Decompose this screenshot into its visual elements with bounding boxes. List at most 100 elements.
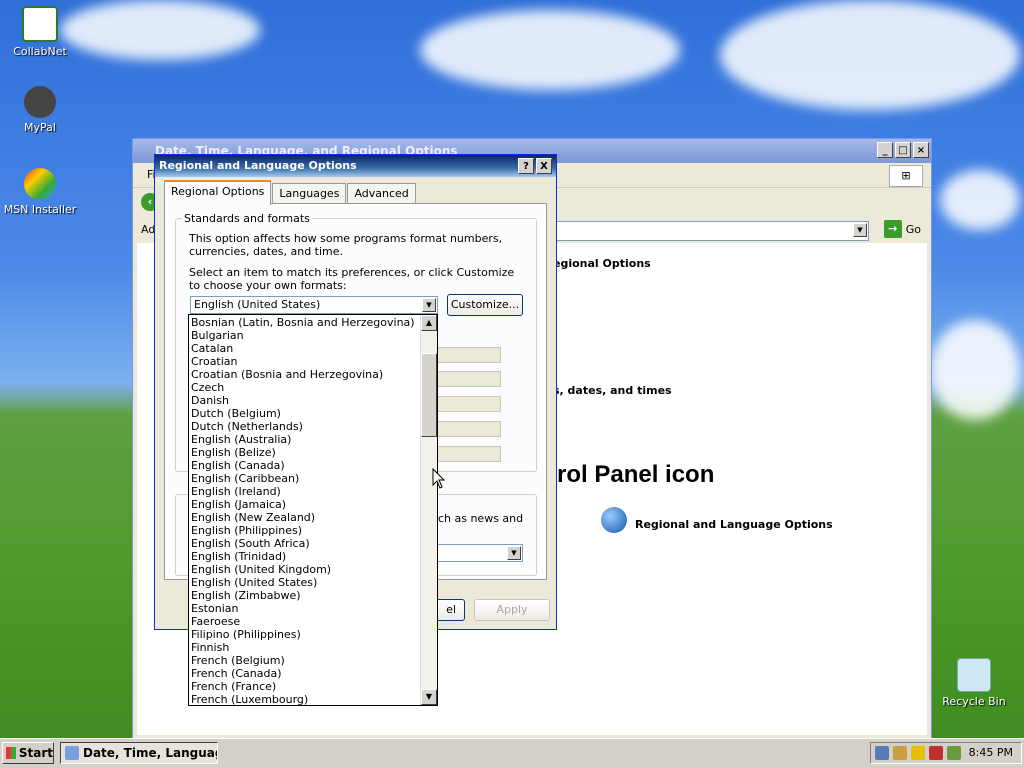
address-input[interactable] xyxy=(553,221,869,241)
cloud xyxy=(720,0,1020,110)
format-option[interactable]: French (Luxembourg) xyxy=(191,693,419,705)
format-option[interactable]: English (South Africa) xyxy=(191,537,419,550)
format-option[interactable]: Estonian xyxy=(191,602,419,615)
control-panel-icon-label[interactable]: Regional and Language Options xyxy=(635,518,833,531)
minimize-button[interactable]: _ xyxy=(877,142,893,158)
format-option[interactable]: Czech xyxy=(191,381,419,394)
sample-field xyxy=(431,396,501,412)
format-option[interactable]: Croatian xyxy=(191,355,419,368)
format-select-value: English (United States) xyxy=(194,298,321,311)
desktop-icon-label: Recycle Bin xyxy=(942,695,1006,708)
sample-field xyxy=(431,371,501,387)
desktop-icon-msn-installer[interactable]: MSN Installer xyxy=(0,168,80,216)
scrollbar[interactable]: ▲ ▼ xyxy=(420,315,437,705)
description-text: This option affects how some programs fo… xyxy=(189,232,503,258)
format-select[interactable]: English (United States) ▼ xyxy=(190,296,438,314)
windows-logo-icon: ⊞ xyxy=(889,165,923,187)
windows-flag-icon xyxy=(6,747,16,759)
sample-field xyxy=(431,446,501,462)
format-option[interactable]: English (United Kingdom) xyxy=(191,563,419,576)
taskbar: Start Date, Time, Language... 8:45 PM xyxy=(0,738,1024,768)
section-link[interactable]: egional Options xyxy=(553,257,651,270)
cloud xyxy=(420,10,680,90)
system-tray: 8:45 PM xyxy=(870,742,1022,764)
scroll-down-button[interactable]: ▼ xyxy=(421,689,437,705)
apply-button[interactable]: Apply xyxy=(474,599,550,621)
format-option[interactable]: English (Ireland) xyxy=(191,485,419,498)
scrollbar-thumb[interactable] xyxy=(421,353,437,437)
format-option[interactable]: English (Zimbabwe) xyxy=(191,589,419,602)
desktop-icon-mypal[interactable]: MyPal xyxy=(0,86,80,134)
security-shield-icon[interactable] xyxy=(911,746,925,760)
instruction-text: Select an item to match its preferences,… xyxy=(189,266,515,292)
mouse-cursor-icon xyxy=(432,468,446,489)
chevron-down-icon[interactable]: ▼ xyxy=(422,298,436,312)
format-option[interactable]: French (Canada) xyxy=(191,667,419,680)
format-option[interactable]: English (Canada) xyxy=(191,459,419,472)
format-option[interactable]: Bosnian (Latin, Bosnia and Herzegovina) xyxy=(191,316,419,329)
format-option[interactable]: Catalan xyxy=(191,342,419,355)
format-option[interactable]: English (United States) xyxy=(191,576,419,589)
tab-regional-options[interactable]: Regional Options xyxy=(164,180,272,205)
format-option[interactable]: English (Philippines) xyxy=(191,524,419,537)
collabnet-icon xyxy=(22,6,58,42)
close-button[interactable]: X xyxy=(536,158,552,174)
cloud xyxy=(940,170,1020,230)
messenger-icon[interactable] xyxy=(893,746,907,760)
section-link[interactable]: s, dates, and times xyxy=(553,384,672,397)
dialog-title: Regional and Language Options xyxy=(159,159,357,172)
format-option[interactable]: French (France) xyxy=(191,680,419,693)
scroll-up-button[interactable]: ▲ xyxy=(421,315,437,331)
go-button[interactable]: → Go xyxy=(883,220,921,238)
format-options: Bosnian (Latin, Bosnia and Herzegovina) B… xyxy=(191,316,419,705)
page-heading: rol Panel icon xyxy=(557,461,715,488)
format-option[interactable]: English (Belize) xyxy=(191,446,419,459)
control-panel-icon xyxy=(65,746,79,760)
format-option[interactable]: Filipino (Philippines) xyxy=(191,628,419,641)
sample-field xyxy=(431,347,501,363)
network-icon[interactable] xyxy=(875,746,889,760)
format-option[interactable]: English (Caribbean) xyxy=(191,472,419,485)
format-option[interactable]: English (Australia) xyxy=(191,433,419,446)
tab-strip: Regional Options Languages Advanced xyxy=(164,180,417,205)
format-option[interactable]: English (Jamaica) xyxy=(191,498,419,511)
close-button[interactable]: × xyxy=(913,142,929,158)
help-button[interactable]: ? xyxy=(518,158,534,174)
go-arrow-icon: → xyxy=(883,220,902,238)
format-option[interactable]: Finnish xyxy=(191,641,419,654)
desktop-icon-label: MyPal xyxy=(24,121,56,134)
address-dropdown-button[interactable]: ▼ xyxy=(853,223,867,237)
desktop-icon-label: CollabNet xyxy=(13,45,67,58)
chevron-down-icon[interactable]: ▼ xyxy=(507,546,521,560)
customize-button[interactable]: Customize... xyxy=(447,294,523,316)
globe-icon[interactable] xyxy=(601,507,627,533)
dialog-titlebar[interactable]: Regional and Language Options ? X xyxy=(155,155,556,177)
cancel-button-label: el xyxy=(446,603,456,616)
format-option[interactable]: Danish xyxy=(191,394,419,407)
recycle-bin-icon xyxy=(957,658,991,692)
taskbar-window-button[interactable]: Date, Time, Language... xyxy=(60,742,218,764)
msn-butterfly-icon xyxy=(24,168,56,200)
start-button[interactable]: Start xyxy=(2,742,54,764)
format-option[interactable]: Faeroese xyxy=(191,615,419,628)
format-dropdown-list[interactable]: Bosnian (Latin, Bosnia and Herzegovina) B… xyxy=(188,314,438,706)
format-option[interactable]: Bulgarian xyxy=(191,329,419,342)
format-option[interactable]: English (New Zealand) xyxy=(191,511,419,524)
format-option[interactable]: Croatian (Bosnia and Herzegovina) xyxy=(191,368,419,381)
go-label: Go xyxy=(905,222,921,236)
antivirus-icon[interactable] xyxy=(929,746,943,760)
maximize-button[interactable]: □ xyxy=(895,142,911,158)
location-select[interactable]: ▼ xyxy=(431,544,523,562)
format-option[interactable]: Dutch (Belgium) xyxy=(191,407,419,420)
tray-app-icon[interactable] xyxy=(947,746,961,760)
sample-field xyxy=(431,421,501,437)
mypal-icon xyxy=(24,86,56,118)
format-option[interactable]: Dutch (Netherlands) xyxy=(191,420,419,433)
desktop-icon-recycle-bin[interactable]: Recycle Bin xyxy=(934,658,1014,708)
tab-advanced[interactable]: Advanced xyxy=(347,183,416,204)
format-option[interactable]: English (Trinidad) xyxy=(191,550,419,563)
format-option[interactable]: French (Belgium) xyxy=(191,654,419,667)
tab-languages[interactable]: Languages xyxy=(272,183,347,204)
clock[interactable]: 8:45 PM xyxy=(969,746,1013,759)
desktop-icon-collabnet[interactable]: CollabNet xyxy=(0,6,80,58)
